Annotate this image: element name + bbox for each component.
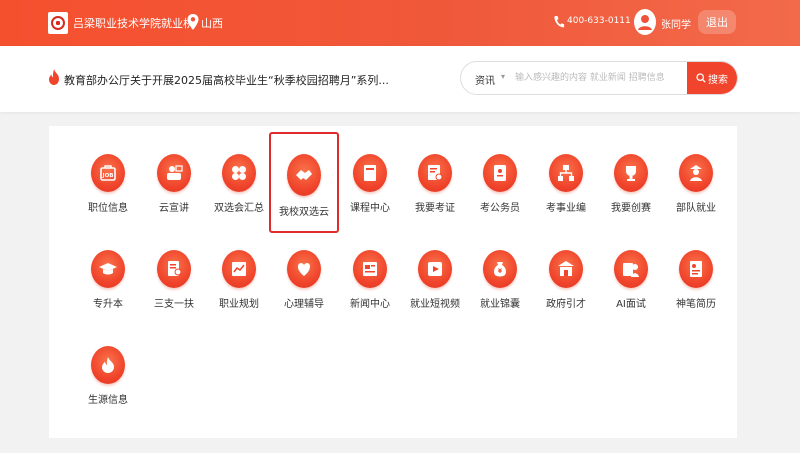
user-avatar-icon[interactable]: [634, 9, 656, 35]
book-icon: [353, 154, 387, 192]
job-icon: JOB: [91, 154, 125, 192]
service-tile[interactable]: 考事业编: [533, 126, 599, 214]
service-tile[interactable]: 部队就业: [663, 126, 729, 214]
service-tile[interactable]: ¥ 就业锦囊: [467, 222, 533, 310]
service-tile[interactable]: 政府引才: [533, 222, 599, 310]
phone-icon: [554, 16, 565, 28]
trophy-icon: [614, 154, 648, 192]
service-tile[interactable]: 生源信息: [75, 318, 141, 406]
service-label: 新闻中心: [350, 299, 390, 310]
search-button[interactable]: 搜索: [687, 62, 737, 94]
service-label: 三支一扶: [154, 299, 194, 310]
service-tile[interactable]: 我要创赛: [598, 126, 664, 214]
money-bag-icon: ¥: [483, 250, 517, 288]
service-label: 心理辅导: [284, 299, 324, 310]
government-icon: [549, 250, 583, 288]
flame-icon: [91, 346, 125, 384]
service-label: 我要考证: [415, 203, 455, 214]
service-tile[interactable]: 专升本: [75, 222, 141, 310]
service-label: 考公务员: [480, 203, 520, 214]
service-label: 专升本: [93, 299, 123, 310]
graduation-cap-icon: [91, 250, 125, 288]
interview-icon: [614, 250, 648, 288]
service-tile[interactable]: 双选会汇总: [206, 126, 272, 214]
service-label: 部队就业: [676, 203, 716, 214]
video-icon: [418, 250, 452, 288]
service-label: AI面试: [616, 299, 646, 310]
service-label: 我校双选云: [279, 207, 329, 218]
handshake-icon: [287, 154, 321, 196]
top-bar: 吕梁职业技术学院就业桥 山西 400-633-0111 张同学 退出: [0, 0, 800, 46]
service-tile[interactable]: 课程中心: [337, 126, 403, 214]
service-label: 云宣讲: [159, 203, 189, 214]
heart-icon: [287, 250, 321, 288]
service-tile[interactable]: AI面试: [598, 222, 664, 310]
service-label: 政府引才: [546, 299, 586, 310]
service-grid-panel: JOB 职位信息 云宣讲 双选会汇总 我校双选云 课程中心 我要考证 考公务员 考事业编 我要创赛…: [49, 126, 737, 438]
location-selector[interactable]: 山西: [201, 15, 223, 31]
service-tile[interactable]: 新闻中心: [337, 222, 403, 310]
service-tile[interactable]: 神笔简历: [663, 222, 729, 310]
service-tile[interactable]: 心理辅导: [271, 222, 337, 310]
school-logo[interactable]: [48, 12, 68, 34]
logout-button[interactable]: 退出: [698, 10, 736, 34]
document-person-icon: [157, 250, 191, 288]
search-strip: 教育部办公厅关于开展2025届高校毕业生“秋季校园招聘月”系列... 资讯 ▾ …: [0, 46, 800, 112]
service-tile[interactable]: 我要考证: [402, 126, 468, 214]
service-label: 考事业编: [546, 203, 586, 214]
news-ticker-link[interactable]: 教育部办公厅关于开展2025届高校毕业生“秋季校园招聘月”系列...: [64, 72, 389, 88]
search-button-label: 搜索: [708, 74, 728, 86]
service-label: 就业短视频: [410, 299, 460, 310]
service-tile[interactable]: 云宣讲: [141, 126, 207, 214]
service-label: 职位信息: [88, 203, 128, 214]
hotline-number: 400-633-0111: [567, 16, 631, 26]
service-label: 就业锦囊: [480, 299, 520, 310]
search-category-select[interactable]: 资讯: [475, 72, 495, 87]
search-box: 资讯 ▾ 搜索: [460, 61, 738, 95]
svg-text:JOB: JOB: [102, 173, 114, 179]
site-title[interactable]: 吕梁职业技术学院就业桥: [73, 15, 194, 31]
service-label: 神笔简历: [676, 299, 716, 310]
org-chart-icon: [549, 154, 583, 192]
search-icon: [696, 73, 706, 83]
certificate-icon: [418, 154, 452, 192]
id-card-icon: [483, 154, 517, 192]
service-label: 课程中心: [350, 203, 390, 214]
soldier-icon: [679, 154, 713, 192]
service-tile[interactable]: JOB 职位信息: [75, 126, 141, 214]
caret-down-icon[interactable]: ▾: [501, 72, 505, 81]
service-tile[interactable]: 我校双选云: [269, 132, 339, 233]
search-input[interactable]: [515, 62, 685, 94]
service-label: 我要创赛: [611, 203, 651, 214]
service-label: 双选会汇总: [214, 203, 264, 214]
service-tile[interactable]: 职业规划: [206, 222, 272, 310]
four-leaf-icon: [222, 154, 256, 192]
chart-icon: [222, 250, 256, 288]
user-name[interactable]: 张同学: [661, 16, 691, 31]
service-label: 职业规划: [219, 299, 259, 310]
service-tile[interactable]: 考公务员: [467, 126, 533, 214]
presenter-icon: [157, 154, 191, 192]
hot-news-flame-icon: [49, 69, 59, 85]
newspaper-icon: [353, 250, 387, 288]
service-label: 生源信息: [88, 395, 128, 406]
service-tile[interactable]: 三支一扶: [141, 222, 207, 310]
location-pin-icon[interactable]: [186, 13, 200, 31]
resume-icon: [679, 250, 713, 288]
service-tile[interactable]: 就业短视频: [402, 222, 468, 310]
